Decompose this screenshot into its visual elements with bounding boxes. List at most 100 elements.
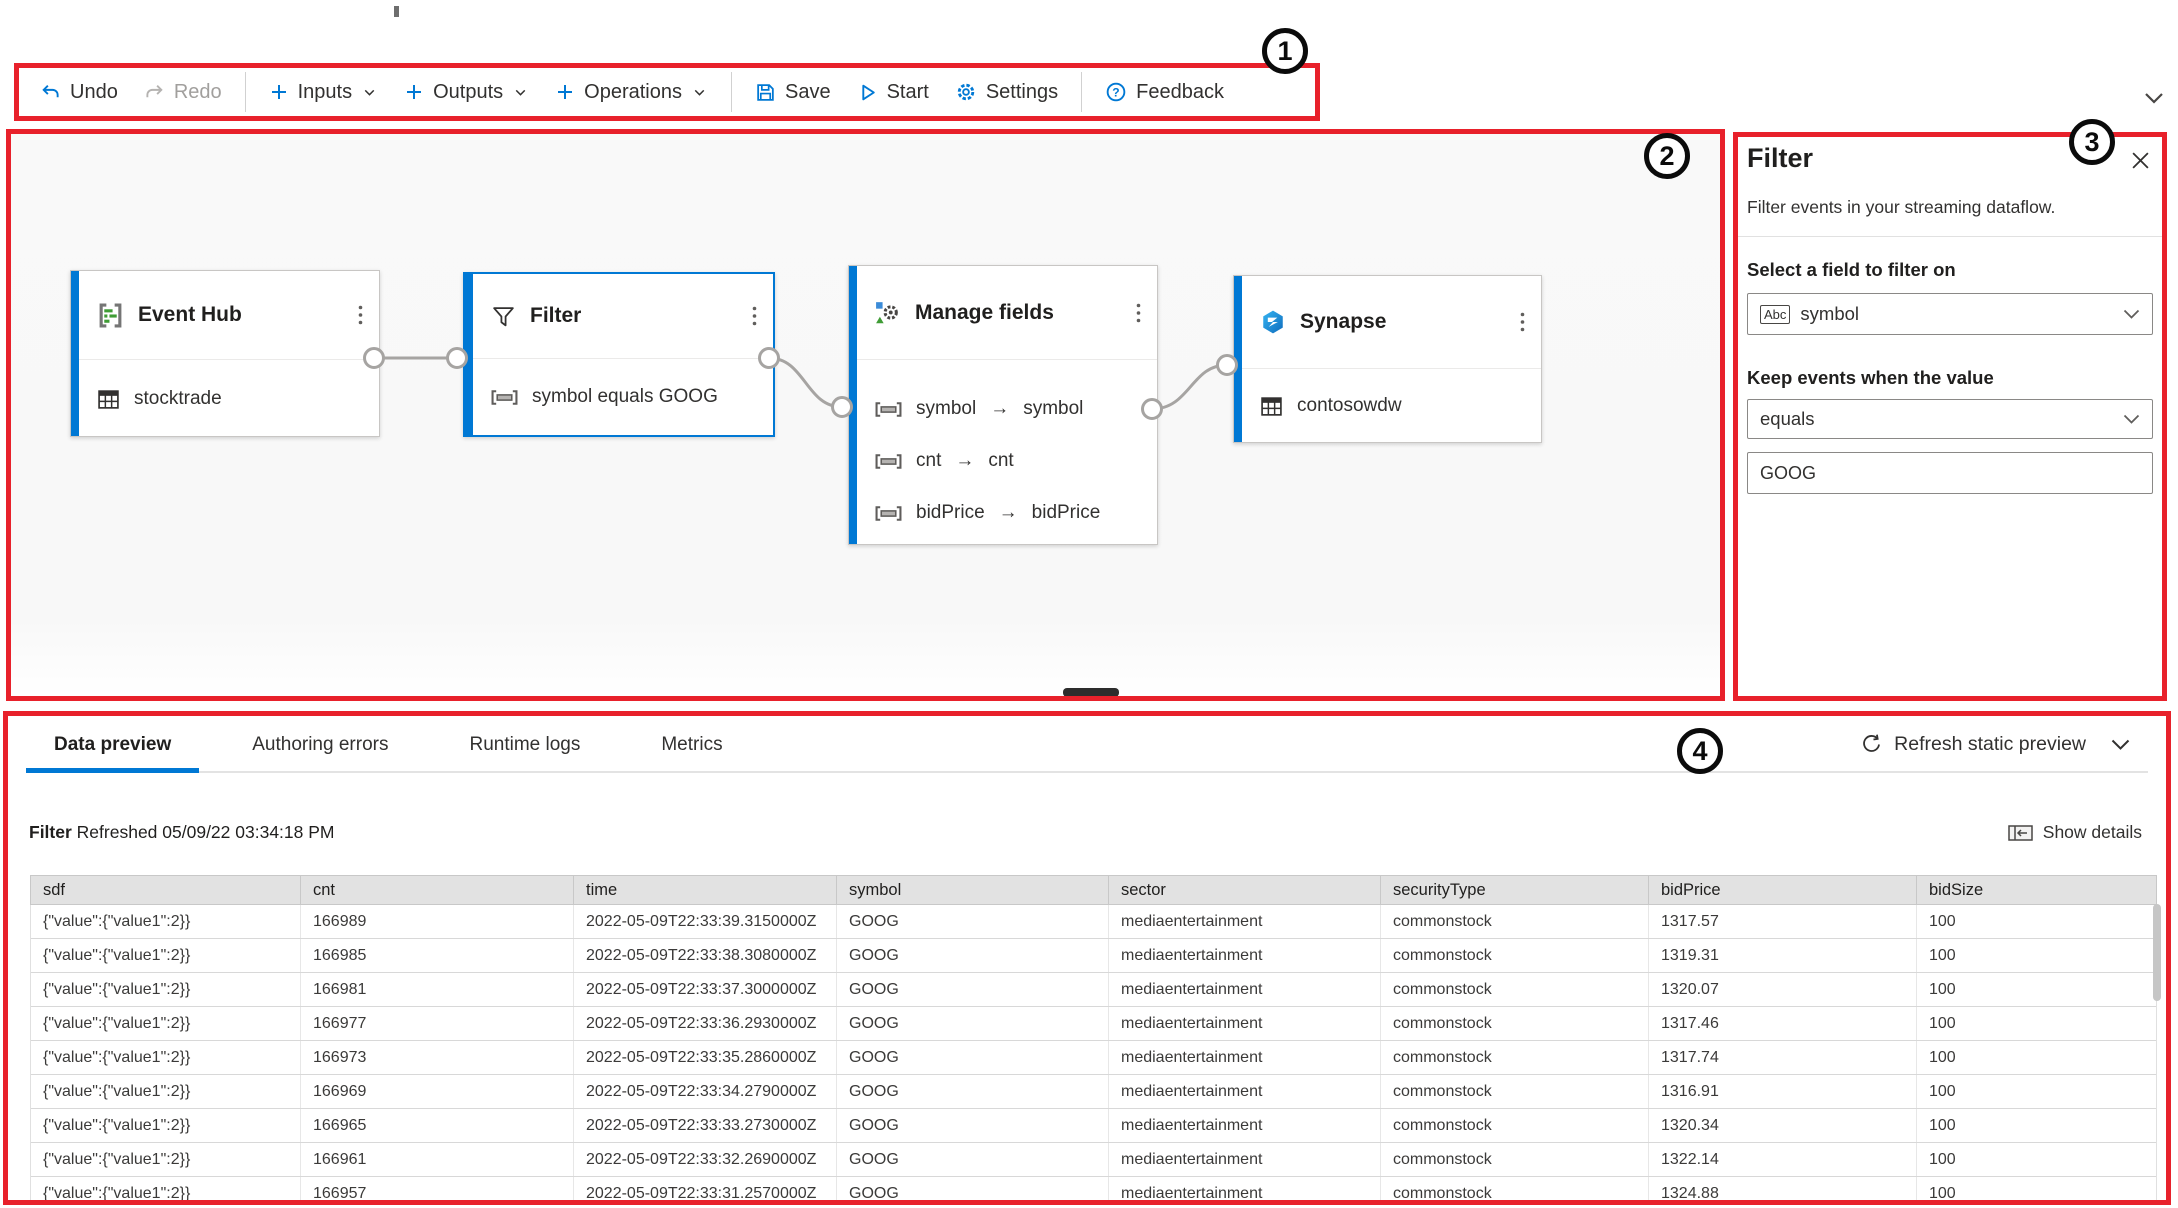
node-manage-fields[interactable]: Manage fields symbol → symbol cnt → cnt …: [848, 265, 1158, 545]
field-source: symbol: [916, 398, 976, 420]
table-cell: 1322.14: [1649, 1143, 1917, 1176]
table-cell: GOOG: [837, 973, 1109, 1006]
add-inputs-button[interactable]: Inputs: [256, 71, 391, 113]
table-cell: 166973: [301, 1041, 574, 1074]
table-cell: {"value":{"value1":2}}: [31, 1041, 301, 1074]
node-filter[interactable]: Filter symbol equals GOOG: [463, 272, 775, 437]
table-cell: 100: [1917, 1007, 2158, 1040]
table-cell: mediaentertainment: [1109, 1041, 1381, 1074]
save-button[interactable]: Save: [742, 71, 844, 113]
table-cell: 1317.57: [1649, 905, 1917, 938]
condition-dropdown[interactable]: equals: [1747, 399, 2153, 439]
add-operations-button[interactable]: Operations: [542, 71, 721, 113]
table-cell: 1319.31: [1649, 939, 1917, 972]
table-cell: GOOG: [837, 1177, 1109, 1205]
table-cell: 2022-05-09T22:33:38.3080000Z: [574, 939, 837, 972]
node-subtitle: symbol equals GOOG: [532, 386, 718, 408]
preview-table: sdfcnttimesymbolsectorsecurityTypebidPri…: [30, 875, 2157, 1205]
plus-icon: [404, 82, 424, 102]
table-row[interactable]: {"value":{"value1":2}}1669572022-05-09T2…: [31, 1177, 2156, 1205]
field-select-dropdown[interactable]: Abc symbol: [1747, 293, 2153, 335]
chevron-down-icon: [2123, 414, 2140, 425]
table-cell: commonstock: [1381, 1109, 1649, 1142]
table-cell: GOOG: [837, 1075, 1109, 1108]
tab-runtime-logs[interactable]: Runtime logs: [441, 719, 608, 771]
filter-value-field: [1747, 452, 2153, 494]
help-icon: ?: [1105, 81, 1127, 103]
node-accent-bar: [71, 271, 79, 436]
tab-metrics[interactable]: Metrics: [633, 719, 750, 771]
redo-label: Redo: [174, 81, 222, 104]
column-header-sector: sector: [1109, 876, 1381, 904]
settings-label: Settings: [986, 81, 1058, 104]
table-row[interactable]: {"value":{"value1":2}}1669772022-05-09T2…: [31, 1007, 2156, 1041]
tab-data-preview[interactable]: Data preview: [26, 719, 199, 771]
input-port[interactable]: [831, 396, 853, 418]
node-synapse[interactable]: Synapse contosowdw: [1233, 275, 1542, 443]
refresh-static-preview-button[interactable]: Refresh static preview: [1860, 733, 2130, 756]
play-icon: [857, 82, 878, 103]
table-cell: 100: [1917, 973, 2158, 1006]
show-details-label: Show details: [2043, 822, 2142, 843]
table-cell: 166985: [301, 939, 574, 972]
table-cell: GOOG: [837, 905, 1109, 938]
tab-authoring-errors[interactable]: Authoring errors: [224, 719, 416, 771]
show-details-button[interactable]: Show details: [2008, 822, 2142, 843]
filter-value-input[interactable]: [1760, 463, 2140, 484]
close-icon[interactable]: [2131, 151, 2150, 170]
kebab-menu-icon[interactable]: [358, 305, 363, 325]
table-row[interactable]: {"value":{"value1":2}}1669612022-05-09T2…: [31, 1143, 2156, 1177]
output-port[interactable]: [758, 347, 780, 369]
table-cell: 2022-05-09T22:33:32.2690000Z: [574, 1143, 837, 1176]
field-source: cnt: [916, 450, 941, 472]
panel-resize-handle[interactable]: [1063, 688, 1119, 697]
column-header-cnt: cnt: [301, 876, 574, 904]
save-label: Save: [785, 81, 831, 104]
add-outputs-button[interactable]: Outputs: [391, 71, 542, 113]
table-cell: GOOG: [837, 1007, 1109, 1040]
outputs-label: Outputs: [433, 81, 503, 104]
table-cell: 2022-05-09T22:33:36.2930000Z: [574, 1007, 837, 1040]
table-scrollbar-thumb[interactable]: [2153, 904, 2161, 1001]
table-row[interactable]: {"value":{"value1":2}}1669852022-05-09T2…: [31, 939, 2156, 973]
toolbar-separator: [245, 72, 246, 112]
kebab-menu-icon[interactable]: [752, 306, 757, 326]
table-cell: {"value":{"value1":2}}: [31, 973, 301, 1006]
column-header-symbol: symbol: [837, 876, 1109, 904]
feedback-button[interactable]: ? Feedback: [1092, 71, 1237, 113]
inputs-label: Inputs: [298, 81, 352, 104]
table-row[interactable]: {"value":{"value1":2}}1669652022-05-09T2…: [31, 1109, 2156, 1143]
output-port[interactable]: [363, 347, 385, 369]
table-cell: 166957: [301, 1177, 574, 1205]
chevron-down-icon[interactable]: [2111, 739, 2130, 751]
table-cell: mediaentertainment: [1109, 1143, 1381, 1176]
input-port[interactable]: [1216, 354, 1238, 376]
table-cell: commonstock: [1381, 905, 1649, 938]
table-row[interactable]: {"value":{"value1":2}}1669892022-05-09T2…: [31, 905, 2156, 939]
redo-button[interactable]: Redo: [131, 71, 235, 113]
plus-icon: [269, 82, 289, 102]
settings-button[interactable]: Settings: [942, 71, 1071, 113]
dataflow-canvas[interactable]: Event Hub stocktrade Filter symbol equal…: [6, 129, 1725, 701]
kebab-menu-icon[interactable]: [1136, 303, 1141, 323]
table-cell: mediaentertainment: [1109, 1007, 1381, 1040]
start-button[interactable]: Start: [844, 71, 942, 113]
table-cell: {"value":{"value1":2}}: [31, 1075, 301, 1108]
table-cell: commonstock: [1381, 1177, 1649, 1205]
gear-icon: [955, 81, 977, 103]
table-cell: commonstock: [1381, 939, 1649, 972]
table-row[interactable]: {"value":{"value1":2}}1669732022-05-09T2…: [31, 1041, 2156, 1075]
table-row[interactable]: {"value":{"value1":2}}1669812022-05-09T2…: [31, 973, 2156, 1007]
undo-button[interactable]: Undo: [27, 71, 131, 113]
table-cell: 100: [1917, 1143, 2158, 1176]
manage-field-row: symbol → symbol: [849, 383, 1157, 435]
field-icon: [875, 454, 902, 469]
operations-label: Operations: [584, 81, 682, 104]
table-row[interactable]: {"value":{"value1":2}}1669692022-05-09T2…: [31, 1075, 2156, 1109]
node-event-hub[interactable]: Event Hub stocktrade: [70, 270, 380, 437]
table-cell: mediaentertainment: [1109, 1109, 1381, 1142]
kebab-menu-icon[interactable]: [1520, 312, 1525, 332]
output-port[interactable]: [1141, 398, 1163, 420]
input-port[interactable]: [446, 347, 468, 369]
collapse-chevron-icon[interactable]: [2144, 92, 2164, 105]
